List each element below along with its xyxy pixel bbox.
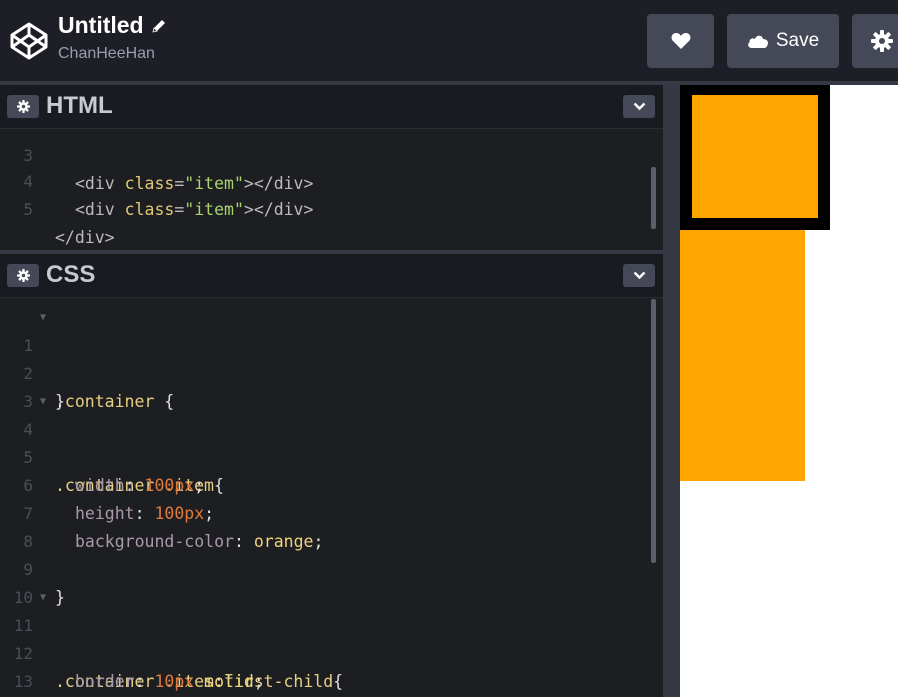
css-code-area[interactable]: 1 ▼ .container { 2 } 3 4 ▼ .container .i… bbox=[0, 299, 663, 697]
fold-arrow-icon[interactable]: ▼ bbox=[40, 388, 46, 416]
love-button[interactable] bbox=[647, 14, 714, 68]
code-line: 4 <div class="item"></div> bbox=[0, 140, 650, 219]
code-text: border: 10px solid; bbox=[75, 672, 264, 691]
code-line: 5 width: 100px; bbox=[0, 416, 650, 495]
pane-resizer[interactable] bbox=[663, 85, 680, 697]
pen-title[interactable]: Untitled bbox=[58, 12, 144, 39]
save-button[interactable]: Save bbox=[727, 14, 839, 68]
html-collapse-button[interactable] bbox=[623, 95, 655, 118]
settings-button[interactable] bbox=[852, 14, 898, 68]
css-editor-title: CSS bbox=[46, 261, 96, 288]
codepen-logo-icon[interactable] bbox=[9, 21, 49, 61]
preview-pane[interactable] bbox=[680, 85, 898, 697]
code-line: 10 bbox=[0, 556, 650, 607]
code-line: 12 border: 10px solid; bbox=[0, 612, 650, 691]
line-number: 5 bbox=[23, 200, 33, 219]
code-line: 3 bbox=[0, 360, 650, 411]
html-settings-button[interactable] bbox=[7, 95, 39, 118]
css-scrollbar[interactable] bbox=[651, 299, 656, 563]
gear-icon bbox=[871, 30, 893, 52]
css-collapse-button[interactable] bbox=[623, 264, 655, 287]
code-line: 7 background-color: orange; bbox=[0, 472, 650, 551]
code-line: 8 bbox=[0, 500, 650, 551]
preview-item bbox=[680, 230, 805, 481]
code-line: 2 } bbox=[0, 332, 650, 411]
line-number: 13 bbox=[13, 672, 33, 691]
pencil-icon[interactable] bbox=[151, 18, 167, 34]
save-label: Save bbox=[775, 30, 820, 51]
css-editor-header: CSS bbox=[0, 254, 663, 298]
code-text: <div class="item"></div> bbox=[75, 200, 314, 219]
gear-icon bbox=[16, 100, 30, 113]
code-line: 5 </div> bbox=[0, 168, 650, 247]
code-line: 9 } bbox=[0, 528, 650, 607]
code-line: 1 ▼ .container { bbox=[0, 304, 650, 411]
title-row: Untitled bbox=[58, 12, 167, 39]
css-settings-button[interactable] bbox=[7, 264, 39, 287]
code-line: 4 ▼ .container .item{ bbox=[0, 388, 650, 495]
code-line: 11 ▼ .container .item:first-child{ bbox=[0, 584, 650, 691]
preview-item-bordered bbox=[680, 85, 830, 230]
code-line: 6 height: 100px; bbox=[0, 444, 650, 523]
code-line: 13 } bbox=[0, 640, 650, 691]
code-text: </div> bbox=[55, 228, 115, 247]
html-editor-header: HTML bbox=[0, 85, 663, 129]
author-name[interactable]: ChanHeeHan bbox=[58, 45, 155, 63]
html-code-area[interactable]: 3 <div class="item"></div> 4 <div class=… bbox=[0, 130, 663, 248]
chevron-down-icon bbox=[633, 271, 645, 280]
cloud-icon bbox=[747, 35, 768, 48]
html-editor-title: HTML bbox=[46, 92, 113, 119]
html-scrollbar[interactable] bbox=[651, 167, 656, 229]
fold-arrow-icon[interactable]: ▼ bbox=[40, 584, 46, 612]
chevron-down-icon bbox=[633, 102, 645, 111]
gear-icon bbox=[16, 269, 30, 282]
heart-icon bbox=[671, 33, 690, 49]
editor-column: HTML 3 <div class="item"></div> 4 <div c… bbox=[0, 85, 663, 697]
top-bar: Untitled ChanHeeHan Save bbox=[0, 0, 898, 81]
fold-arrow-icon[interactable]: ▼ bbox=[40, 304, 46, 332]
